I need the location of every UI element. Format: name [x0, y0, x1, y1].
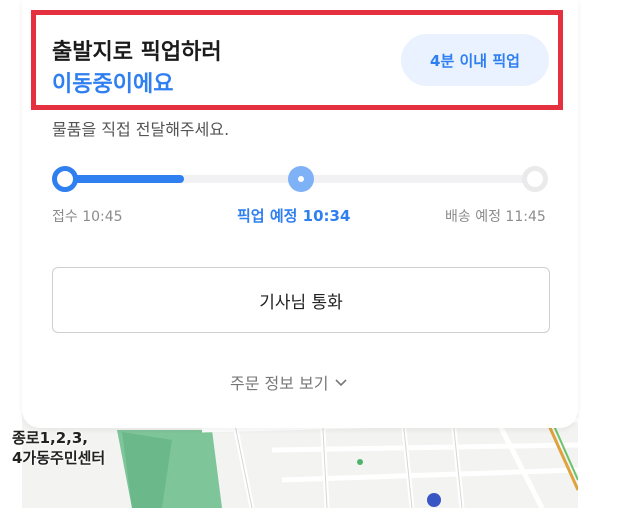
step-delivery-dot	[522, 166, 548, 192]
status-subtitle: 물품을 직접 전달해주세요.	[52, 120, 230, 139]
status-title-highlight: 이동중이에요	[52, 72, 174, 97]
progress-fill	[66, 175, 184, 183]
step-received-label: 접수 10:45	[52, 209, 123, 225]
eta-badge: 4분 이내 픽업	[401, 34, 549, 86]
map-place-label[interactable]: 종로1,2,3, 4가동주민센터	[12, 428, 105, 468]
step-pickup-dot	[288, 166, 314, 192]
step-received-dot	[52, 166, 78, 192]
step-delivery-label: 배송 예정 11:45	[445, 209, 546, 225]
order-info-link[interactable]: 주문 정보 보기	[230, 370, 347, 394]
chevron-down-icon	[334, 379, 347, 387]
step-pickup-label: 픽업 예정 10:34	[237, 207, 351, 225]
map-place-label-line2: 4가동주민센터	[12, 449, 106, 467]
call-driver-button[interactable]: 기사님 통화	[52, 267, 550, 333]
map-place-label-line1: 종로1,2,3,	[12, 429, 89, 447]
status-title: 출발지로 픽업하러	[52, 40, 222, 65]
order-info-label: 주문 정보 보기	[230, 374, 329, 393]
